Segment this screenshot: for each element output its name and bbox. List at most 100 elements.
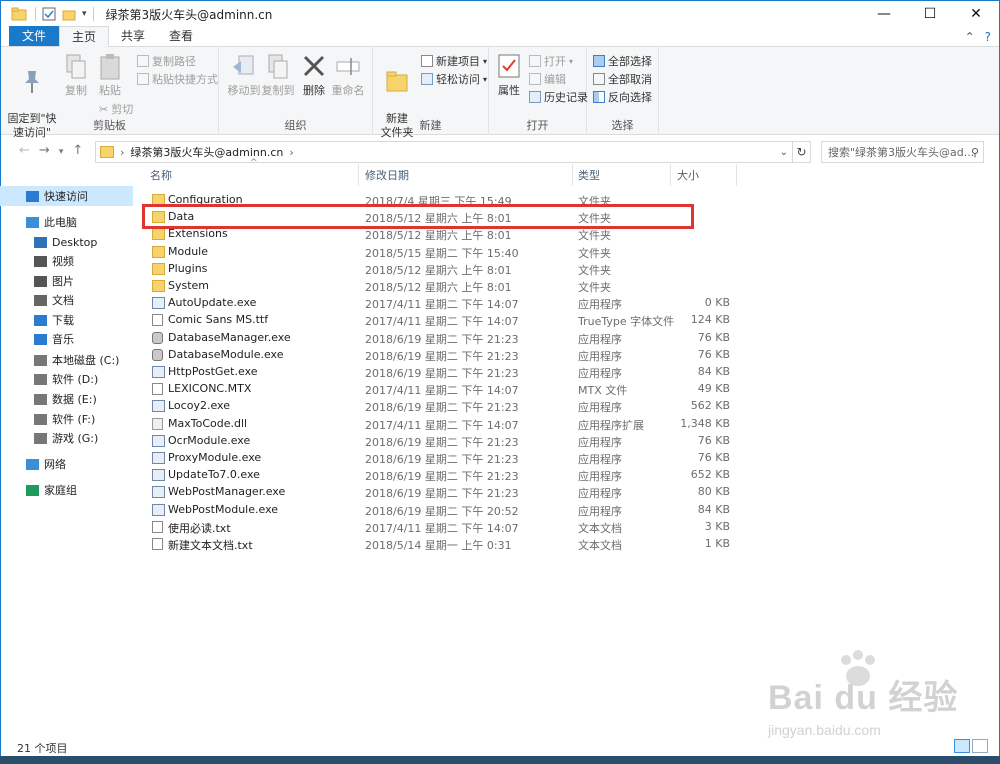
file-row[interactable]: MaxToCode.dll 2017/4/11 星期二 下午 14:07 应用程序扩…: [138, 416, 730, 433]
open-button[interactable]: 打开 ▾: [529, 53, 573, 69]
column-name[interactable]: 名称: [150, 162, 172, 188]
file-size: 80 KB: [697, 485, 730, 499]
tab-view[interactable]: 查看: [157, 26, 205, 46]
edit-button[interactable]: 编辑: [529, 71, 566, 87]
sidebar-item[interactable]: 本地磁盘 (C:): [0, 350, 119, 370]
refresh-icon: ↻: [796, 145, 807, 159]
easy-access-button[interactable]: 轻松访问 ▾: [421, 71, 487, 87]
new-folder-quick-icon[interactable]: [62, 7, 76, 21]
sidebar-item[interactable]: 下载: [0, 310, 74, 330]
sidebar-item[interactable]: 软件 (D:): [0, 369, 98, 389]
path-crumb[interactable]: 绿茶第3版火车头@adminn.cn: [130, 144, 283, 160]
crumb-separator-icon[interactable]: ›: [120, 146, 124, 159]
paste-button[interactable]: 粘贴: [89, 53, 131, 98]
history-button[interactable]: 历史记录: [529, 89, 588, 105]
file-row[interactable]: Plugins 2018/5/12 星期六 上午 8:01 文件夹: [138, 261, 698, 278]
maximize-button[interactable]: ☐: [907, 1, 953, 27]
file-date: 2018/6/19 星期二 下午 21:23: [365, 349, 519, 363]
tab-share[interactable]: 共享: [109, 26, 157, 46]
file-size: 76 KB: [697, 433, 730, 447]
file-row[interactable]: 使用必读.txt 2017/4/11 星期二 下午 14:07 文本文档 3 KB: [138, 519, 730, 536]
select-all-button[interactable]: 全部选择: [593, 53, 652, 69]
file-size: 562 KB: [690, 399, 730, 413]
select-none-button[interactable]: 全部取消: [593, 71, 652, 87]
close-button[interactable]: ✕: [953, 1, 999, 27]
crumb-separator-icon[interactable]: ›: [289, 146, 293, 159]
column-divider[interactable]: [736, 164, 737, 186]
tab-file[interactable]: 文件: [9, 26, 60, 46]
file-row[interactable]: Module 2018/5/15 星期二 下午 15:40 文件夹: [138, 244, 698, 261]
sidebar-item[interactable]: 网络: [0, 454, 66, 474]
tab-home[interactable]: 主页: [59, 26, 110, 47]
new-group: 新建 文件夹 新建项目 ▾ 轻松访问 ▾ 新建: [373, 47, 489, 139]
open-dropdown-icon: ▾: [569, 56, 574, 66]
file-row[interactable]: OcrModule.exe 2018/6/19 星期二 下午 21:23 应用程序 7…: [138, 433, 730, 450]
copy-path-button[interactable]: 复制路径: [137, 53, 196, 69]
invert-selection-icon: [593, 91, 605, 103]
file-size: 76 KB: [697, 347, 730, 361]
invert-selection-button[interactable]: 反向选择: [593, 89, 652, 105]
open-icon: [529, 55, 541, 67]
file-row[interactable]: WebPostModule.exe 2018/6/19 星期二 下午 20:52 应…: [138, 502, 730, 519]
sidebar-item[interactable]: 此电脑: [0, 212, 77, 232]
sidebar-item[interactable]: 视频: [0, 251, 74, 271]
column-size[interactable]: 大小: [677, 162, 699, 188]
properties-button[interactable]: 属性: [491, 53, 527, 98]
file-date: 2018/5/14 星期一 上午 0:31: [365, 539, 512, 552]
file-row[interactable]: DatabaseModule.exe 2018/6/19 星期二 下午 21:23…: [138, 347, 730, 364]
column-divider[interactable]: [670, 164, 671, 186]
file-row[interactable]: HttpPostGet.exe 2018/6/19 星期二 下午 21:23 应用程…: [138, 364, 730, 381]
file-row[interactable]: ProxyModule.exe 2018/6/19 星期二 下午 21:23 应用程…: [138, 450, 730, 467]
watermark-brand: Bai du 经验: [768, 679, 959, 717]
sidebar-item[interactable]: 数据 (E:): [0, 389, 97, 409]
file-row[interactable]: AutoUpdate.exe 2017/4/11 星期二 下午 14:07 应用程序…: [138, 295, 730, 312]
sidebar-item[interactable]: 游戏 (G:): [0, 428, 98, 448]
back-arrow-icon[interactable]: ←: [19, 143, 30, 161]
pictures-icon: [34, 275, 47, 287]
file-icon: [152, 348, 163, 361]
file-row[interactable]: UpdateTo7.0.exe 2018/6/19 星期二 下午 21:23 应用程…: [138, 467, 730, 484]
column-type[interactable]: 类型: [578, 162, 600, 188]
column-divider[interactable]: [572, 164, 573, 186]
file-size: 49 KB: [697, 382, 730, 396]
up-arrow-icon[interactable]: ↑: [72, 143, 83, 161]
file-row[interactable]: WebPostManager.exe 2018/6/19 星期二 下午 21:23…: [138, 484, 730, 501]
sidebar-item[interactable]: 文档: [0, 290, 74, 310]
path-box[interactable]: › 绿茶第3版火车头@adminn.cn › ⌄: [95, 141, 793, 163]
search-input[interactable]: 搜索"绿茶第3版火车头@ad... ⚲: [821, 141, 984, 163]
file-row[interactable]: DatabaseManager.exe 2018/6/19 星期二 下午 21:2…: [138, 330, 730, 347]
file-date: 2018/5/12 星期六 上午 8:01: [365, 281, 512, 294]
collapse-ribbon-icon[interactable]: ⌃: [965, 30, 975, 44]
new-folder-icon: [386, 71, 408, 92]
properties-quick-icon[interactable]: [42, 7, 56, 21]
file-row[interactable]: Comic Sans MS.ttf 2017/4/11 星期二 下午 14:07 T…: [138, 312, 730, 329]
sidebar-item[interactable]: Desktop: [0, 232, 97, 252]
file-row[interactable]: Locoy2.exe 2018/6/19 星期二 下午 21:23 应用程序 562 …: [138, 398, 730, 415]
column-divider[interactable]: [358, 164, 359, 186]
sidebar-item[interactable]: 快速访问: [0, 186, 133, 206]
sidebar-item[interactable]: 家庭组: [0, 480, 77, 500]
file-row[interactable]: 新建文本文档.txt 2018/5/14 星期一 上午 0:31 文本文档 1 KB: [138, 536, 730, 553]
file-size: 1 KB: [704, 537, 730, 550]
customize-toolbar-icon[interactable]: ▾: [82, 9, 87, 19]
window-controls: — ☐ ✕: [861, 1, 999, 27]
minimize-button[interactable]: —: [861, 1, 907, 27]
new-item-button[interactable]: 新建项目 ▾: [421, 53, 487, 69]
sidebar-item[interactable]: 音乐: [0, 329, 74, 349]
properties-label: 属性: [498, 84, 520, 97]
sidebar-item[interactable]: 图片: [0, 271, 74, 291]
recent-locations-icon[interactable]: ▾: [59, 143, 64, 161]
paste-shortcut-button[interactable]: 粘贴快捷方式: [137, 71, 218, 87]
path-dropdown-icon[interactable]: ⌄: [780, 147, 788, 158]
file-icon: [152, 331, 163, 344]
rename-button[interactable]: 重命名: [327, 53, 369, 98]
file-row[interactable]: System 2018/5/12 星期六 上午 8:01 文件夹: [138, 278, 698, 295]
help-icon[interactable]: ?: [985, 30, 991, 44]
column-date[interactable]: 修改日期: [365, 162, 409, 188]
file-type: 应用程序扩展: [578, 418, 644, 432]
cut-button[interactable]: ✂ 剪切: [99, 101, 133, 117]
refresh-button[interactable]: ↻: [793, 141, 811, 163]
file-row[interactable]: LEXICONC.MTX 2017/4/11 星期二 下午 14:07 MTX 文件…: [138, 381, 730, 398]
forward-arrow-icon[interactable]: →: [39, 143, 50, 161]
sidebar-item[interactable]: 软件 (F:): [0, 409, 95, 429]
